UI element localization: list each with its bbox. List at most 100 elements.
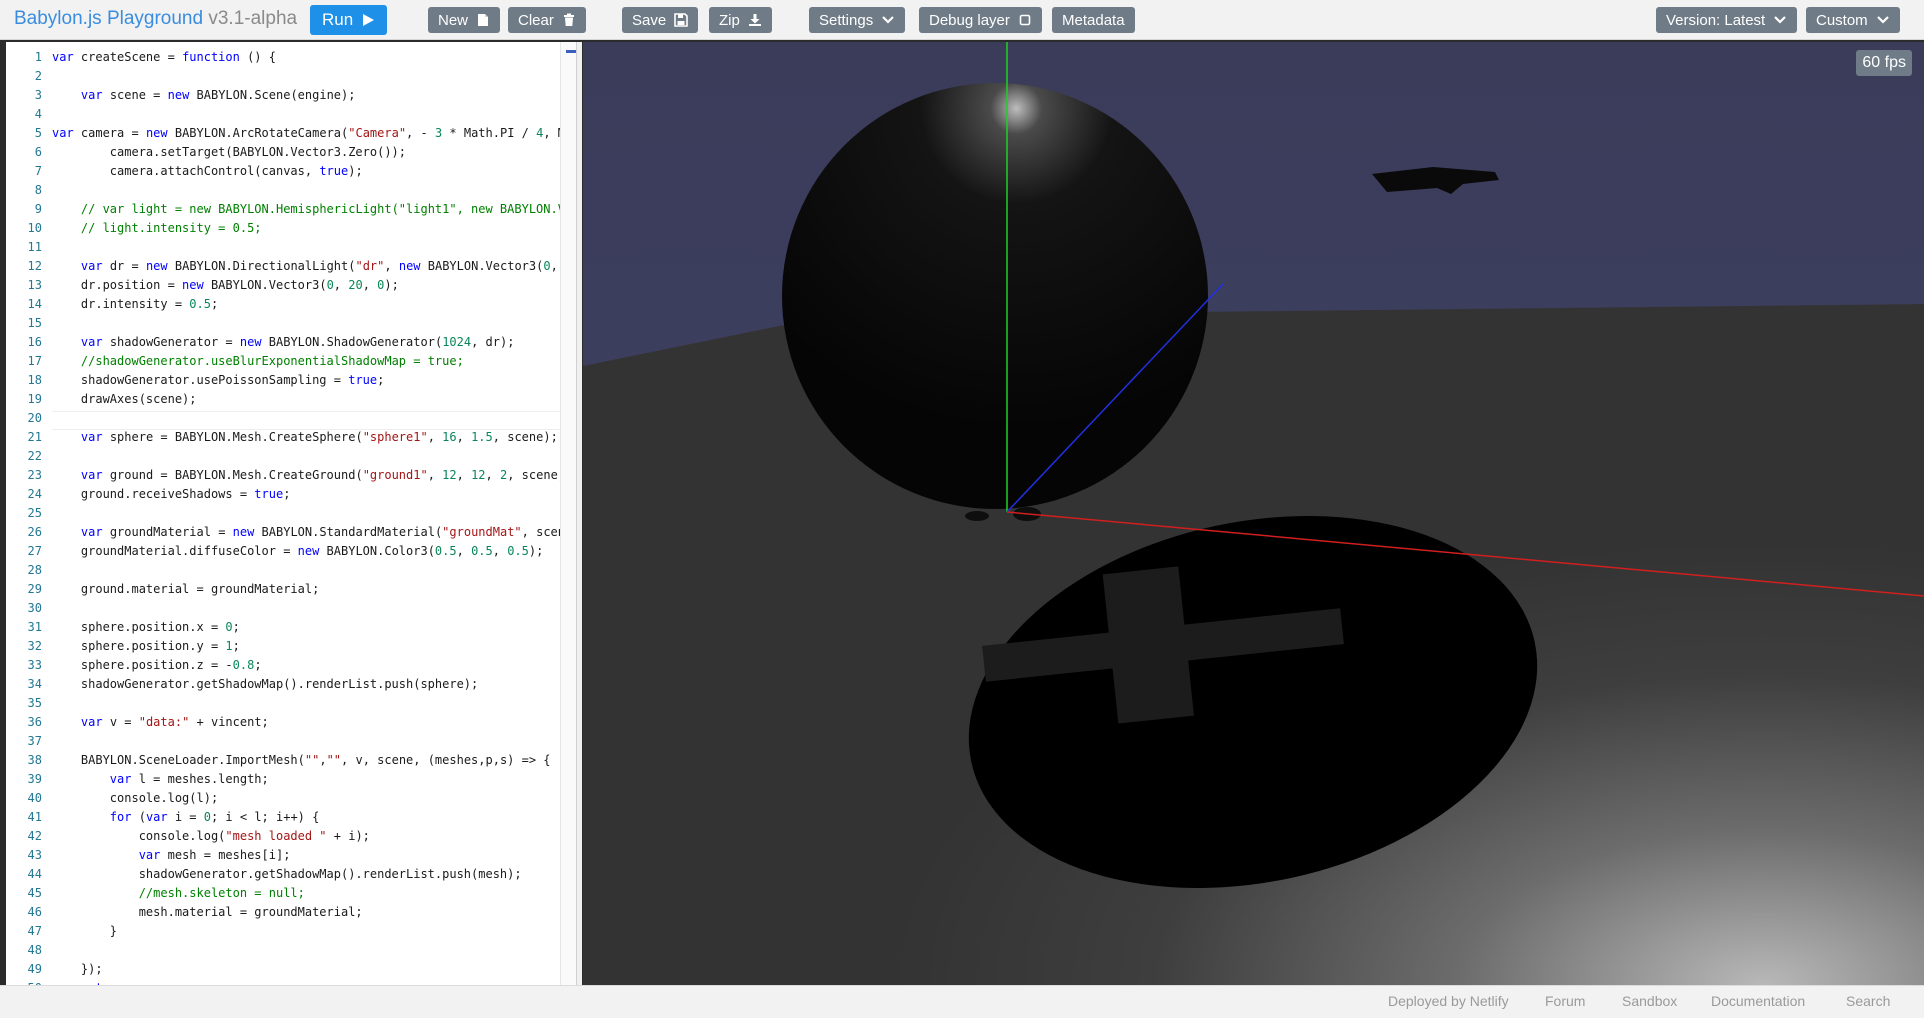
render-canvas[interactable]: 60 fps bbox=[583, 42, 1924, 985]
save-button[interactable]: Save bbox=[622, 7, 699, 33]
code-line[interactable]: 33 sphere.position.z = -0.8; bbox=[6, 656, 574, 675]
line-number: 38 bbox=[27, 753, 42, 767]
line-number: 10 bbox=[27, 221, 42, 235]
line-number: 11 bbox=[27, 240, 42, 254]
code-line[interactable]: 17 //shadowGenerator.useBlurExponentialS… bbox=[6, 352, 574, 371]
code-line[interactable]: 48 bbox=[6, 941, 574, 960]
code-line[interactable]: 4 bbox=[6, 105, 574, 124]
code-line[interactable]: 13 dr.position = new BABYLON.Vector3(0, … bbox=[6, 276, 574, 295]
sandbox-link[interactable]: Sandbox bbox=[1622, 993, 1677, 1009]
code-line[interactable]: 18 shadowGenerator.usePoissonSampling = … bbox=[6, 371, 574, 390]
debug-layer-button[interactable]: Debug layer bbox=[919, 7, 1042, 33]
documentation-link[interactable]: Documentation bbox=[1711, 993, 1805, 1009]
line-number: 15 bbox=[27, 316, 42, 330]
code-line[interactable]: 37 bbox=[6, 732, 574, 751]
code-line[interactable]: 21 var sphere = BABYLON.Mesh.CreateSpher… bbox=[6, 428, 574, 447]
clear-button[interactable]: Clear bbox=[508, 7, 586, 33]
line-text: sphere.position.z = -0.8; bbox=[52, 658, 262, 672]
line-text: shadowGenerator.usePoissonSampling = tru… bbox=[52, 373, 385, 387]
panel-splitter[interactable] bbox=[576, 42, 582, 985]
code-line[interactable]: 20 bbox=[6, 409, 574, 428]
line-number: 44 bbox=[27, 867, 42, 881]
netlify-link[interactable]: Deployed by Netlify bbox=[1388, 993, 1509, 1009]
metadata-button[interactable]: Metadata bbox=[1052, 7, 1135, 33]
scrollbar-thumb[interactable] bbox=[566, 50, 576, 53]
line-number: 33 bbox=[27, 658, 42, 672]
code-line[interactable]: 10 // light.intensity = 0.5; bbox=[6, 219, 574, 238]
code-line[interactable]: 8 bbox=[6, 181, 574, 200]
code-line[interactable]: 25 bbox=[6, 504, 574, 523]
line-number: 31 bbox=[27, 620, 42, 634]
code-line[interactable]: 31 sphere.position.x = 0; bbox=[6, 618, 574, 637]
line-number: 20 bbox=[27, 411, 42, 425]
code-line[interactable]: 43 var mesh = meshes[i]; bbox=[6, 846, 574, 865]
code-line[interactable]: 44 shadowGenerator.getShadowMap().render… bbox=[6, 865, 574, 884]
code-line[interactable]: 39 var l = meshes.length; bbox=[6, 770, 574, 789]
code-line[interactable]: 40 console.log(l); bbox=[6, 789, 574, 808]
code-line[interactable]: 14 dr.intensity = 0.5; bbox=[6, 295, 574, 314]
code-line[interactable]: 46 mesh.material = groundMaterial; bbox=[6, 903, 574, 922]
chevron-down-icon bbox=[1876, 13, 1890, 27]
line-text: var ground = BABYLON.Mesh.CreateGround("… bbox=[80, 468, 573, 482]
code-line[interactable]: 11 bbox=[6, 238, 574, 257]
code-line[interactable]: 19 drawAxes(scene); bbox=[6, 390, 574, 409]
code-line[interactable]: 38 BABYLON.SceneLoader.ImportMesh("","",… bbox=[6, 751, 574, 770]
code-line[interactable]: 28 bbox=[6, 561, 574, 580]
code-editor[interactable]: 1 var createScene = function () {2 3 var s… bbox=[6, 42, 576, 985]
line-text: }); bbox=[52, 962, 103, 976]
code-line[interactable]: 41 for (var i = 0; i < l; i++) { bbox=[6, 808, 574, 827]
code-line[interactable]: 12 var dr = new BABYLON.DirectionalLight… bbox=[6, 257, 574, 276]
code-line[interactable]: 7 camera.attachControl(canvas, true); bbox=[6, 162, 574, 181]
code-line[interactable]: 42 console.log("mesh loaded " + i); bbox=[6, 827, 574, 846]
line-number: 35 bbox=[27, 696, 42, 710]
code-line[interactable]: 23 var ground = BABYLON.Mesh.CreateGroun… bbox=[6, 466, 574, 485]
code-line[interactable]: 45 //mesh.skeleton = null; bbox=[6, 884, 574, 903]
line-number: 26 bbox=[27, 525, 42, 539]
code-line[interactable]: 29 ground.material = groundMaterial; bbox=[6, 580, 574, 599]
search-link[interactable]: Search bbox=[1846, 993, 1890, 1009]
code-line[interactable]: 36 var v = "data:" + vincent; bbox=[6, 713, 574, 732]
code-line[interactable]: 15 bbox=[6, 314, 574, 333]
code-line[interactable]: 30 bbox=[6, 599, 574, 618]
line-number: 4 bbox=[34, 107, 42, 121]
trash-icon bbox=[562, 13, 576, 27]
code-line[interactable]: 5 var camera = new BABYLON.ArcRotateCamer… bbox=[6, 124, 574, 143]
line-text: //shadowGenerator.useBlurExponentialShad… bbox=[80, 354, 464, 368]
code-line[interactable]: 2 bbox=[6, 67, 574, 86]
line-text: var l = meshes.length; bbox=[109, 772, 269, 786]
code-line[interactable]: 27 groundMaterial.diffuseColor = new BAB… bbox=[6, 542, 574, 561]
code-line[interactable]: 35 bbox=[6, 694, 574, 713]
code-line[interactable]: 1 var createScene = function () { bbox=[6, 48, 574, 67]
code-line[interactable]: 49 }); bbox=[6, 960, 574, 979]
line-text: shadowGenerator.getShadowMap().renderLis… bbox=[52, 867, 522, 881]
code-line[interactable]: 47 } bbox=[6, 922, 574, 941]
code-line[interactable]: 9 // var light = new BABYLON.Hemispheric… bbox=[6, 200, 574, 219]
run-button[interactable]: Run bbox=[310, 5, 388, 35]
line-number: 6 bbox=[34, 145, 42, 159]
code-line[interactable]: 22 bbox=[6, 447, 574, 466]
code-line[interactable]: 32 sphere.position.y = 1; bbox=[6, 637, 574, 656]
code-line[interactable]: 34 shadowGenerator.getShadowMap().render… bbox=[6, 675, 574, 694]
line-number: 18 bbox=[27, 373, 42, 387]
new-button[interactable]: New bbox=[428, 7, 501, 33]
line-text: BABYLON.SceneLoader.ImportMesh("","", v,… bbox=[52, 753, 551, 767]
app-title: Babylon.js Playground v3.1-alpha bbox=[14, 8, 297, 30]
code-line[interactable]: 16 var shadowGenerator = new BABYLON.Sha… bbox=[6, 333, 574, 352]
custom-dropdown[interactable]: Custom bbox=[1806, 7, 1900, 33]
code-line[interactable]: 6 camera.setTarget(BABYLON.Vector3.Zero(… bbox=[6, 143, 574, 162]
code-line[interactable]: 26 var groundMaterial = new BABYLON.Stan… bbox=[6, 523, 574, 542]
settings-dropdown[interactable]: Settings bbox=[809, 7, 906, 33]
line-text: var dr = new BABYLON.DirectionalLight("d… bbox=[80, 259, 574, 273]
line-text: groundMaterial.diffuseColor = new BABYLO… bbox=[52, 544, 544, 558]
code-line[interactable]: 3 var scene = new BABYLON.Scene(engine); bbox=[6, 86, 574, 105]
code-lines[interactable]: 1 var createScene = function () {2 3 var s… bbox=[6, 48, 574, 985]
code-line[interactable]: 24 ground.receiveShadows = true; bbox=[6, 485, 574, 504]
editor-scrollbar[interactable] bbox=[560, 42, 576, 985]
version-dropdown[interactable]: Version: Latest bbox=[1656, 7, 1798, 33]
line-text: sphere.position.x = 0; bbox=[52, 620, 240, 634]
forum-link[interactable]: Forum bbox=[1545, 993, 1585, 1009]
save-label: Save bbox=[632, 11, 667, 29]
line-text: //mesh.skeleton = null; bbox=[138, 886, 305, 900]
zip-button[interactable]: Zip bbox=[709, 7, 772, 33]
scene-view bbox=[583, 42, 1924, 985]
